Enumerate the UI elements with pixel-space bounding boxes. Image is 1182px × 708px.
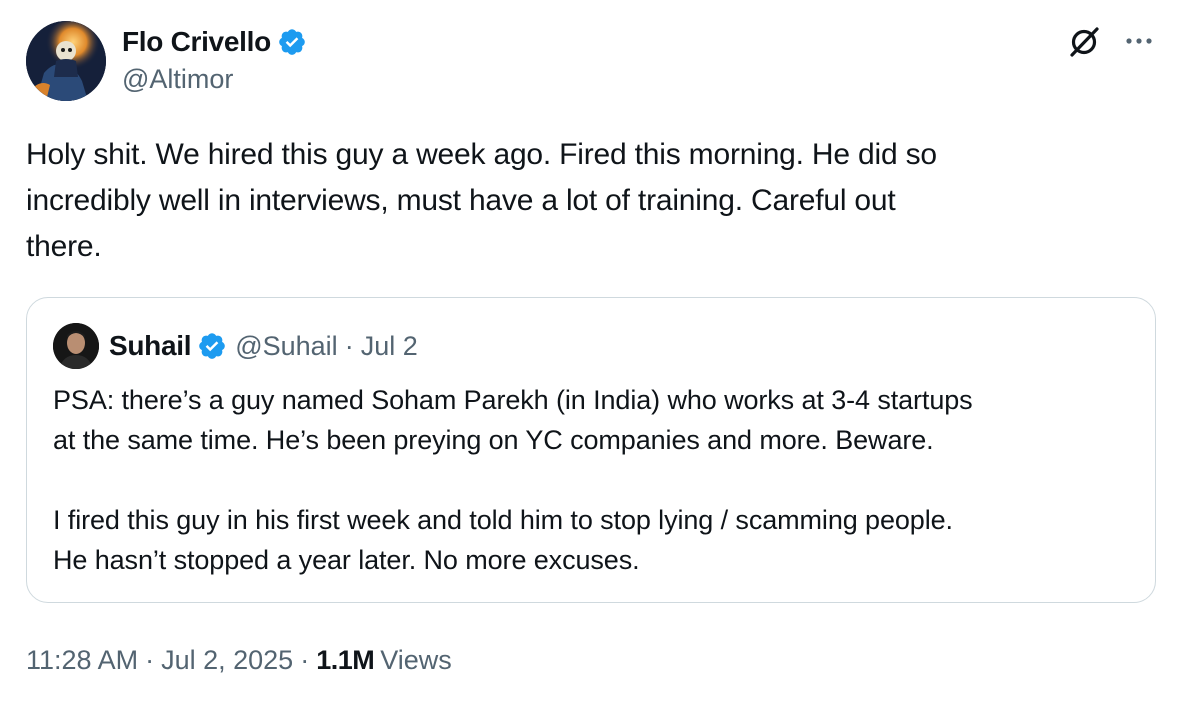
author-avatar[interactable] [26,21,106,101]
quoted-author-name[interactable]: Suhail [109,330,192,362]
tweet-card: Flo Crivello @Altimor Holy shit. We hire… [0,0,1182,708]
author-name-row: Flo Crivello [122,24,307,60]
meta-separator-2: · [300,644,310,675]
quoted-header: Suhail @Suhail · Jul 2 [109,326,418,366]
tweet-time[interactable]: 11:28 AM [26,645,138,676]
quoted-date[interactable]: Jul 2 [361,331,418,362]
quoted-tweet[interactable]: Suhail @Suhail · Jul 2 PSA: there’s a gu… [26,297,1156,603]
more-icon[interactable] [1122,26,1156,56]
quoted-verified-badge-icon[interactable] [197,331,227,361]
verified-badge-icon[interactable] [277,27,307,57]
grok-icon[interactable] [1066,24,1102,60]
tweet-meta: 11:28 AM · Jul 2, 2025 · 1.1M Views [26,640,452,680]
quoted-author-avatar-image [53,323,99,369]
author-handle[interactable]: @Altimor [122,64,233,95]
quoted-author-handle[interactable]: @Suhail [235,331,337,362]
quoted-author-avatar[interactable] [53,323,99,369]
tweet-text: Holy shit. We hired this guy a week ago.… [26,138,937,263]
tweet-date[interactable]: Jul 2, 2025 [161,645,293,676]
views-label: Views [380,644,452,675]
meta-separator: · [145,644,155,675]
author-avatar-image [26,21,106,101]
author-display-name[interactable]: Flo Crivello [122,26,271,58]
quoted-text: PSA: there’s a guy named Soham Parekh (i… [53,385,973,575]
quoted-separator: · [344,330,354,361]
views-count[interactable]: 1.1M [316,645,375,676]
